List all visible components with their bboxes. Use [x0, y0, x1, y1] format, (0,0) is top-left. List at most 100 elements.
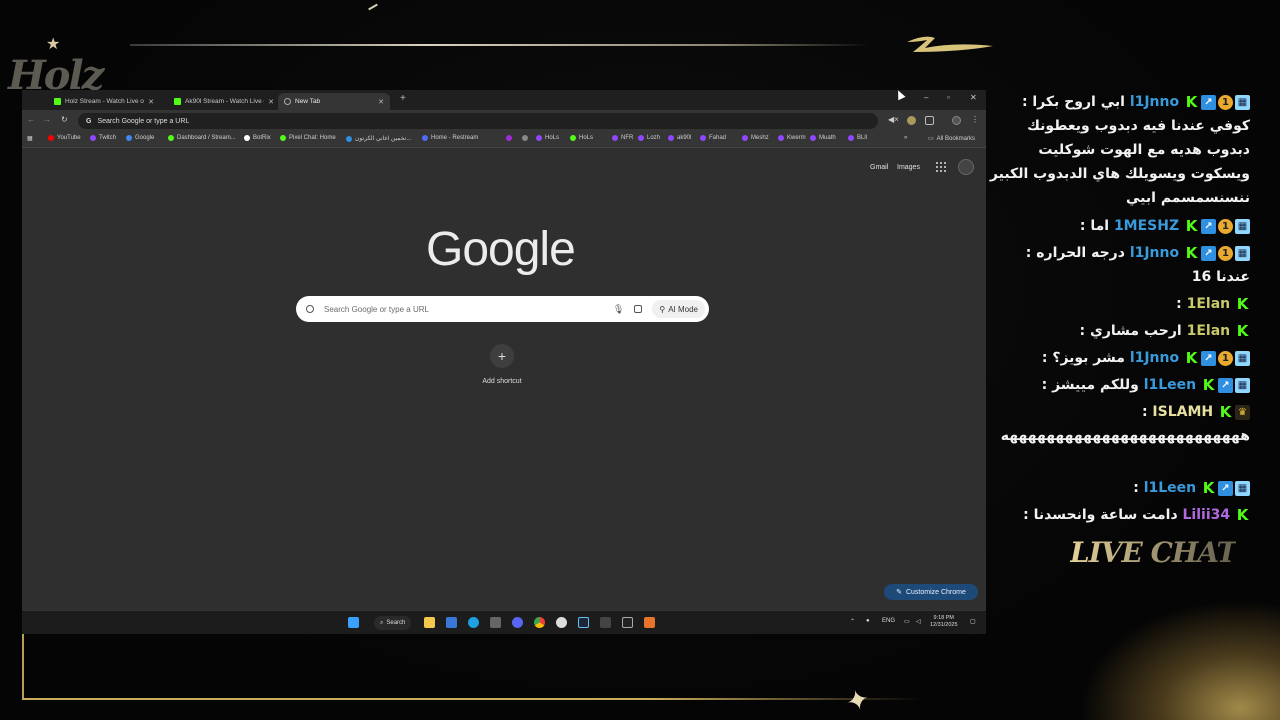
- steam-icon[interactable]: [578, 617, 589, 628]
- search-icon: [306, 305, 314, 313]
- edge-icon[interactable]: [468, 617, 479, 628]
- obs-icon[interactable]: [556, 617, 567, 628]
- bookmark-item[interactable]: [506, 135, 515, 141]
- file-explorer-icon[interactable]: [424, 617, 435, 628]
- app-icon[interactable]: [600, 617, 611, 628]
- menu-kebab-icon[interactable]: ⋮: [971, 115, 979, 124]
- bookmark-item[interactable]: Kwerm: [778, 135, 806, 141]
- bookmark-item[interactable]: Google: [126, 135, 154, 141]
- google-lens-icon[interactable]: [634, 305, 643, 313]
- taskbar-search[interactable]: ⌕ Search: [374, 616, 412, 630]
- tray-chevron-icon[interactable]: ⌃: [850, 618, 855, 625]
- chat-username[interactable]: 1Elan: [1187, 323, 1231, 339]
- ai-mode-button[interactable]: ⚲ AI Mode: [652, 300, 705, 318]
- all-bookmarks-label: All Bookmarks: [936, 135, 976, 142]
- bookmark-item[interactable]: HoLs: [536, 135, 559, 141]
- chat-username[interactable]: l1Leen: [1144, 377, 1196, 393]
- customize-chrome-button[interactable]: ✎ Customize Chrome: [884, 584, 978, 600]
- tab-new-tab[interactable]: New Tab ✕: [278, 93, 390, 110]
- bookmark-label: Fahad: [709, 135, 727, 141]
- bookmark-item[interactable]: HoLs: [570, 135, 593, 141]
- profile-avatar[interactable]: [958, 159, 974, 175]
- chat-username[interactable]: ISLAMH: [1152, 404, 1213, 420]
- bookmark-item[interactable]: BotRix: [244, 135, 271, 141]
- bookmarks-overflow-icon[interactable]: »: [904, 135, 907, 141]
- sub-badge-icon: ↗: [1201, 350, 1216, 366]
- network-icon[interactable]: ▭: [904, 618, 910, 625]
- pencil-icon: ✎: [896, 589, 902, 596]
- chat-username[interactable]: Lilii34: [1183, 507, 1231, 523]
- close-icon[interactable]: ✕: [378, 98, 384, 106]
- extension-icon[interactable]: [907, 116, 916, 125]
- apps-grid-icon[interactable]: ▦: [27, 135, 33, 142]
- bookmark-item[interactable]: YouTube: [48, 135, 81, 141]
- all-bookmarks-button[interactable]: ▭ All Bookmarks: [928, 135, 976, 143]
- chat-message: K ↗ 1 ▦ l1Jnno درجه الحراره : عندنا 16: [988, 241, 1250, 289]
- close-window-button[interactable]: ✕: [970, 93, 977, 102]
- app-icon[interactable]: [644, 617, 655, 628]
- mute-tab-icon[interactable]: ◀×: [888, 115, 899, 124]
- taskbar-clock[interactable]: 9:18 PM 12/31/2025: [930, 615, 958, 629]
- bookmark-item[interactable]: Lozh: [638, 135, 660, 141]
- bookmark-item[interactable]: ak90l: [668, 135, 691, 141]
- bookmark-label: BotRix: [253, 135, 271, 141]
- live-chat-label: LIVE CHAT: [1070, 536, 1237, 569]
- store-icon[interactable]: [446, 617, 457, 628]
- microphone-icon[interactable]: 🎙︎: [613, 304, 624, 315]
- bookmark-label: Twitch: [99, 135, 117, 141]
- forward-button[interactable]: →: [43, 115, 51, 124]
- add-shortcut-button[interactable]: +: [490, 344, 514, 368]
- bookmark-item[interactable]: Dashboard / Stream...: [168, 135, 236, 141]
- bot-badge-icon: ▦: [1235, 377, 1250, 393]
- images-link[interactable]: Images: [897, 164, 920, 171]
- extensions-puzzle-icon[interactable]: [925, 116, 934, 125]
- address-bar[interactable]: G Search Google or type a URL: [78, 113, 878, 129]
- bookmark-item[interactable]: Meshz: [742, 135, 769, 141]
- tab-holz-stream[interactable]: Holz Stream - Watch Live on Ki ✕: [48, 93, 160, 110]
- bot-badge-icon: ▦: [1235, 350, 1250, 366]
- chat-username[interactable]: l1Jnno: [1130, 350, 1179, 366]
- new-tab-button[interactable]: +: [400, 93, 406, 104]
- badge-group: K ↗ 1 ▦: [1184, 245, 1250, 261]
- chat-username[interactable]: 1MESHZ: [1114, 218, 1179, 234]
- chat-username[interactable]: l1Leen: [1144, 480, 1196, 496]
- discord-icon[interactable]: [512, 617, 523, 628]
- app-icon[interactable]: [490, 617, 501, 628]
- reload-button[interactable]: ↻: [61, 115, 68, 124]
- profile-avatar[interactable]: [952, 116, 961, 125]
- bookmark-item[interactable]: Home - Restream: [422, 135, 478, 141]
- chat-username[interactable]: 1Elan: [1187, 296, 1231, 312]
- bookmark-item[interactable]: Twitch: [90, 135, 116, 141]
- google-apps-icon[interactable]: [936, 162, 946, 172]
- chat-username[interactable]: l1Jnno: [1130, 245, 1179, 261]
- minimize-button[interactable]: –: [924, 93, 928, 102]
- chrome-icon[interactable]: [534, 617, 545, 628]
- bookmark-item[interactable]: Pixel Chat: Home: [280, 135, 336, 141]
- language-indicator[interactable]: ENG: [882, 618, 895, 624]
- bookmark-item[interactable]: Muath: [810, 135, 836, 141]
- chat-text: ابي اروح بكرا : كوفي عندنا فيه دبدوب ويع…: [989, 94, 1250, 206]
- volume-icon[interactable]: ◁: [916, 618, 921, 625]
- close-icon[interactable]: ✕: [268, 98, 274, 106]
- bookmark-item[interactable]: Fahad: [700, 135, 726, 141]
- notifications-icon[interactable]: ▢: [970, 618, 976, 625]
- chat-text: :: [1176, 296, 1182, 312]
- bot-badge-icon: ▦: [1235, 94, 1250, 110]
- gmail-link[interactable]: Gmail: [870, 164, 888, 171]
- tab-ak90l-stream[interactable]: Ak90l Stream - Watch Live on K ✕: [168, 93, 280, 110]
- close-icon[interactable]: ✕: [148, 98, 154, 106]
- maximize-button[interactable]: ▫: [947, 93, 950, 102]
- bookmark-item[interactable]: [522, 135, 531, 141]
- microphone-icon[interactable]: ●: [866, 618, 870, 624]
- tab-label: New Tab: [295, 98, 321, 105]
- bot-badge-icon: ▦: [1235, 480, 1250, 496]
- chat-username[interactable]: l1Jnno: [1130, 94, 1179, 110]
- bookmark-item[interactable]: NFR: [612, 135, 633, 141]
- back-button[interactable]: ←: [27, 115, 35, 124]
- app-icon[interactable]: [622, 617, 633, 628]
- badge-group: K: [1235, 323, 1250, 339]
- bookmark-item[interactable]: BLll: [848, 135, 867, 141]
- windows-start-icon[interactable]: [348, 617, 359, 628]
- google-search-box[interactable]: Search Google or type a URL 🎙︎ ⚲ AI Mode: [296, 296, 709, 322]
- bookmark-item[interactable]: تخمين اغاني الكرتون...: [346, 135, 411, 142]
